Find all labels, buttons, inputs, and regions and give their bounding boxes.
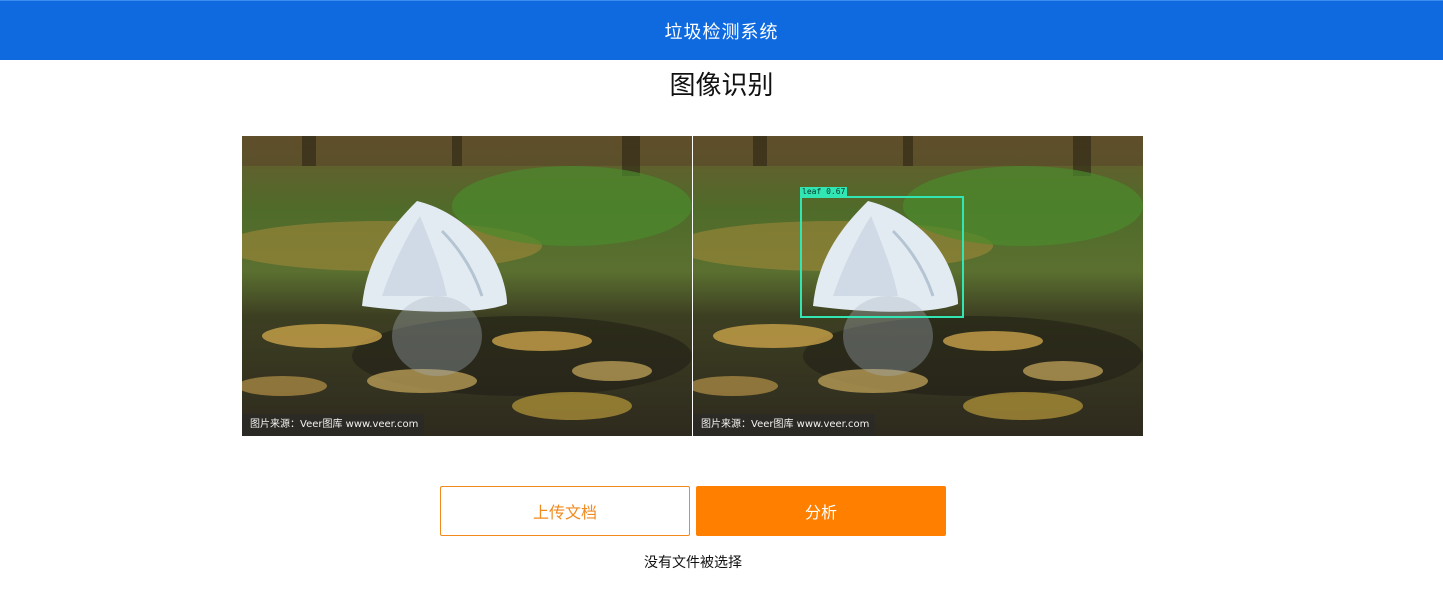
file-status-text: 没有文件被选择 [644,555,742,571]
page-title: 图像识别 [669,71,774,101]
detection-label: leaf 0.67 [800,187,848,197]
original-photo [242,136,692,436]
image-watermark: 图片来源：Veer图库 www.veer.com [693,414,876,436]
original-image: 图片来源：Veer图库 www.veer.com [242,136,692,436]
analyze-button[interactable]: 分析 [696,486,946,536]
upload-button[interactable]: 上传文档 [440,486,690,536]
detection-box [800,196,964,318]
app-header: 垃圾检测系统 [0,0,1443,60]
result-image: leaf 0.67 图片来源：Veer图库 www.veer.com [693,136,1143,436]
app-title: 垃圾检测系统 [664,21,779,43]
image-watermark: 图片来源：Veer图库 www.veer.com [242,414,425,436]
